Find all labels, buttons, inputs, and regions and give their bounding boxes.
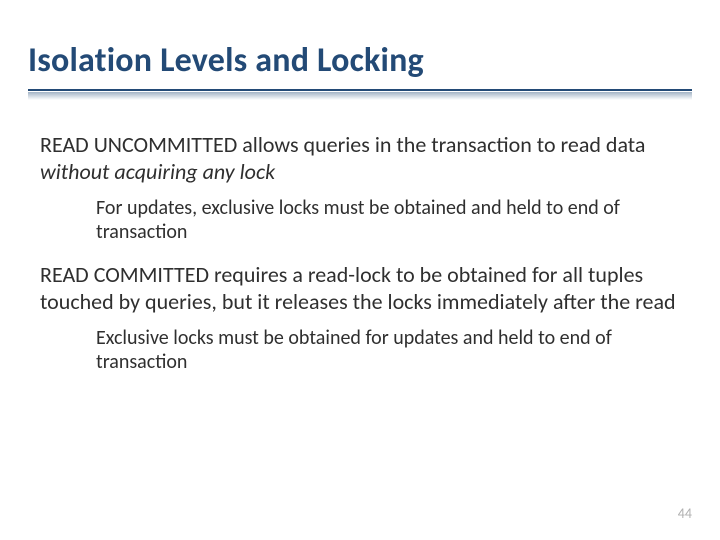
text-span: READ UNCOMMITTED allows queries in the t… [40,131,645,158]
page-number: 44 [678,505,692,522]
slide: Isolation Levels and Locking READ UNCOMM… [0,0,720,540]
title-rule [28,89,692,91]
subpoint-uncommitted-updates: For updates, exclusive locks must be obt… [96,196,680,245]
paragraph-read-committed: READ COMMITTED requires a read-lock to b… [40,262,680,316]
title-block: Isolation Levels and Locking [28,42,692,100]
slide-title: Isolation Levels and Locking [28,42,692,85]
paragraph-read-uncommitted: READ UNCOMMITTED allows queries in the t… [40,132,680,186]
text-span-italic: without acquiring any lock [40,158,275,185]
subpoint-committed-updates: Exclusive locks must be obtained for upd… [96,326,680,375]
slide-body: READ UNCOMMITTED allows queries in the t… [40,132,680,393]
title-shadow [28,92,692,100]
